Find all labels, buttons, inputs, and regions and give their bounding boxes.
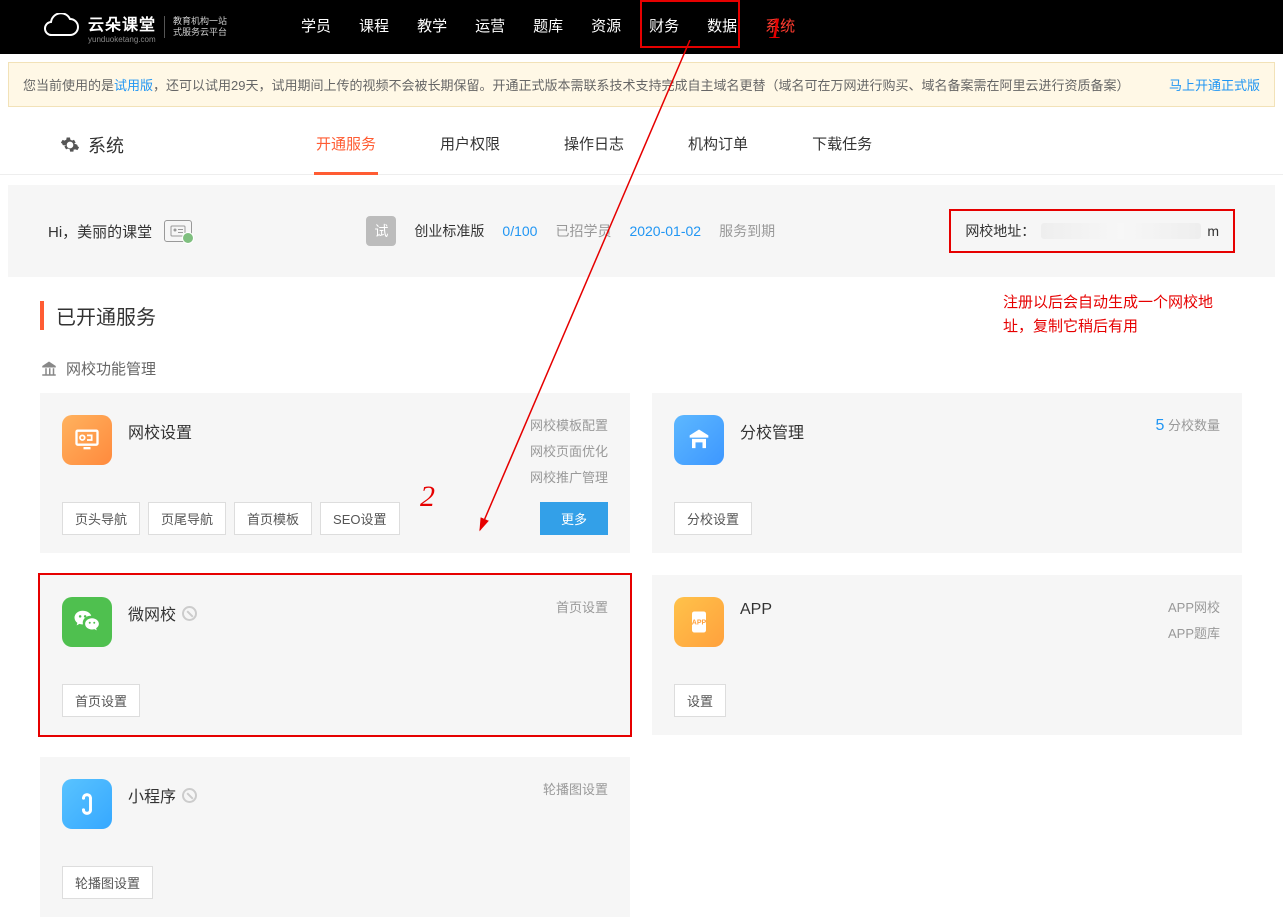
card-button-row: 设置	[674, 684, 1220, 717]
card-action-button[interactable]: 设置	[674, 684, 726, 717]
card-icon: APP	[674, 597, 724, 647]
gear-icon	[60, 135, 80, 155]
school-url-tail: m	[1207, 223, 1219, 239]
services-section: 已开通服务 网校功能管理 网校设置网校模板配置网校页面优化网校推广管理页头导航页…	[0, 277, 1283, 917]
card-meta-line: APP网校	[1168, 595, 1220, 621]
card-meta-line: 轮播图设置	[543, 777, 608, 803]
upgrade-link[interactable]: 马上开通正式版	[1169, 75, 1260, 94]
trial-notice-bar: 您当前使用的是试用版，还可以试用29天，试用期间上传的视频不会被长期保留。开通正…	[8, 62, 1275, 107]
subbar-tab-3[interactable]: 机构订单	[686, 115, 750, 175]
nav-item-5[interactable]: 资源	[577, 0, 635, 54]
card-meta: 轮播图设置	[543, 777, 608, 803]
nav-item-2[interactable]: 教学	[403, 0, 461, 54]
card-action-button[interactable]: 页尾导航	[148, 502, 226, 535]
lock-icon	[182, 606, 197, 621]
card-meta-line: 首页设置	[556, 595, 608, 621]
card-title: 小程序	[128, 779, 197, 807]
nav-item-3[interactable]: 运营	[461, 0, 519, 54]
card-count-label: 分校数量	[1168, 418, 1220, 433]
annotation-red-note: 注册以后会自动生成一个网校地址，复制它稍后有用	[1003, 291, 1233, 339]
top-nav: 云朵课堂 yunduoketang.com 教育机构一站式服务云平台 学员课程教…	[0, 0, 1283, 54]
nav-item-7[interactable]: 数据	[693, 0, 751, 54]
section-subtitle: 网校功能管理	[40, 358, 1243, 379]
card-meta-line: 网校模板配置	[530, 413, 608, 439]
expiry-date: 2020-01-02	[629, 223, 701, 239]
logo-domain: yunduoketang.com	[88, 35, 156, 44]
nav-item-6[interactable]: 财务	[635, 0, 693, 54]
card-icon	[62, 415, 112, 465]
card-meta-line: 网校页面优化	[530, 439, 608, 465]
card-meta: 网校模板配置网校页面优化网校推广管理	[530, 413, 608, 491]
card-action-button[interactable]: 分校设置	[674, 502, 752, 535]
card-action-button[interactable]: 页头导航	[62, 502, 140, 535]
expiry-label: 服务到期	[719, 221, 775, 241]
card-action-button[interactable]: SEO设置	[320, 502, 399, 535]
card-count: 5	[1155, 417, 1164, 434]
card-action-button[interactable]: 首页设置	[62, 684, 140, 717]
service-card-4: 小程序轮播图设置轮播图设置	[40, 757, 630, 917]
card-icon	[674, 415, 724, 465]
subbar-tab-2[interactable]: 操作日志	[562, 115, 626, 175]
greeting: Hi，美丽的课堂	[48, 221, 152, 242]
card-icon	[62, 597, 112, 647]
trial-badge-icon: 试	[366, 216, 396, 246]
card-meta: 5 分校数量	[1155, 413, 1220, 439]
sub-nav: 系统 开通服务用户权限操作日志机构订单下载任务	[0, 115, 1283, 175]
card-meta: 首页设置	[556, 595, 608, 621]
card-title: 微网校	[128, 597, 197, 625]
svg-text:APP: APP	[692, 619, 707, 626]
card-action-button[interactable]: 首页模板	[234, 502, 312, 535]
subbar-tab-4[interactable]: 下载任务	[810, 115, 874, 175]
service-card-2: 微网校首页设置首页设置	[40, 575, 630, 735]
card-title: APP	[740, 597, 772, 619]
card-meta-line: 网校推广管理	[530, 465, 608, 491]
building-icon	[40, 360, 58, 378]
cloud-icon	[40, 13, 80, 41]
account-info-card: Hi，美丽的课堂 试 创业标准版 0/100 已招学员 2020-01-02 服…	[8, 185, 1275, 277]
page-title: 系统	[60, 132, 124, 158]
nav-item-8[interactable]: 系统	[751, 0, 809, 54]
card-title: 分校管理	[740, 415, 804, 443]
notice-text: 您当前使用的是试用版，还可以试用29天，试用期间上传的视频不会被长期保留。开通正…	[23, 75, 1130, 94]
enrollment-count: 0/100	[502, 223, 537, 239]
card-icon	[62, 779, 112, 829]
subbar-tab-1[interactable]: 用户权限	[438, 115, 502, 175]
school-url-box: 网校地址： m	[949, 209, 1235, 253]
subbar-tab-0[interactable]: 开通服务	[314, 115, 378, 175]
nav-item-4[interactable]: 题库	[519, 0, 577, 54]
more-button[interactable]: 更多	[540, 502, 608, 535]
card-meta: APP网校APP题库	[1168, 595, 1220, 647]
card-action-button[interactable]: 轮播图设置	[62, 866, 153, 899]
nav-item-1[interactable]: 课程	[345, 0, 403, 54]
logo-subtitle: 教育机构一站式服务云平台	[164, 16, 227, 38]
card-meta-line: APP题库	[1168, 621, 1220, 647]
service-card-1: 分校管理 5 分校数量分校设置	[652, 393, 1242, 553]
card-button-row: 页头导航页尾导航首页模板SEO设置 更多	[62, 502, 608, 535]
card-button-row: 轮播图设置	[62, 866, 608, 899]
lock-icon	[182, 788, 197, 803]
verified-badge-icon	[164, 220, 192, 242]
logo[interactable]: 云朵课堂 yunduoketang.com 教育机构一站式服务云平台	[40, 11, 227, 44]
nav-items: 学员课程教学运营题库资源财务数据系统	[287, 0, 809, 54]
card-title: 网校设置	[128, 415, 192, 443]
school-url-value-obscured	[1041, 223, 1201, 239]
card-button-row: 首页设置	[62, 684, 608, 717]
enrollment-label: 已招学员	[555, 221, 611, 241]
service-card-0: 网校设置 网校模板配置网校页面优化网校推广管理页头导航页尾导航首页模板SEO设置 更…	[40, 393, 630, 553]
service-card-3: APP APP APP网校APP题库设置	[652, 575, 1242, 735]
plan-name: 创业标准版	[414, 221, 484, 241]
logo-text: 云朵课堂	[88, 11, 156, 35]
nav-item-0[interactable]: 学员	[287, 0, 345, 54]
school-url-label: 网校地址：	[965, 221, 1035, 241]
card-button-row: 分校设置	[674, 502, 1220, 535]
